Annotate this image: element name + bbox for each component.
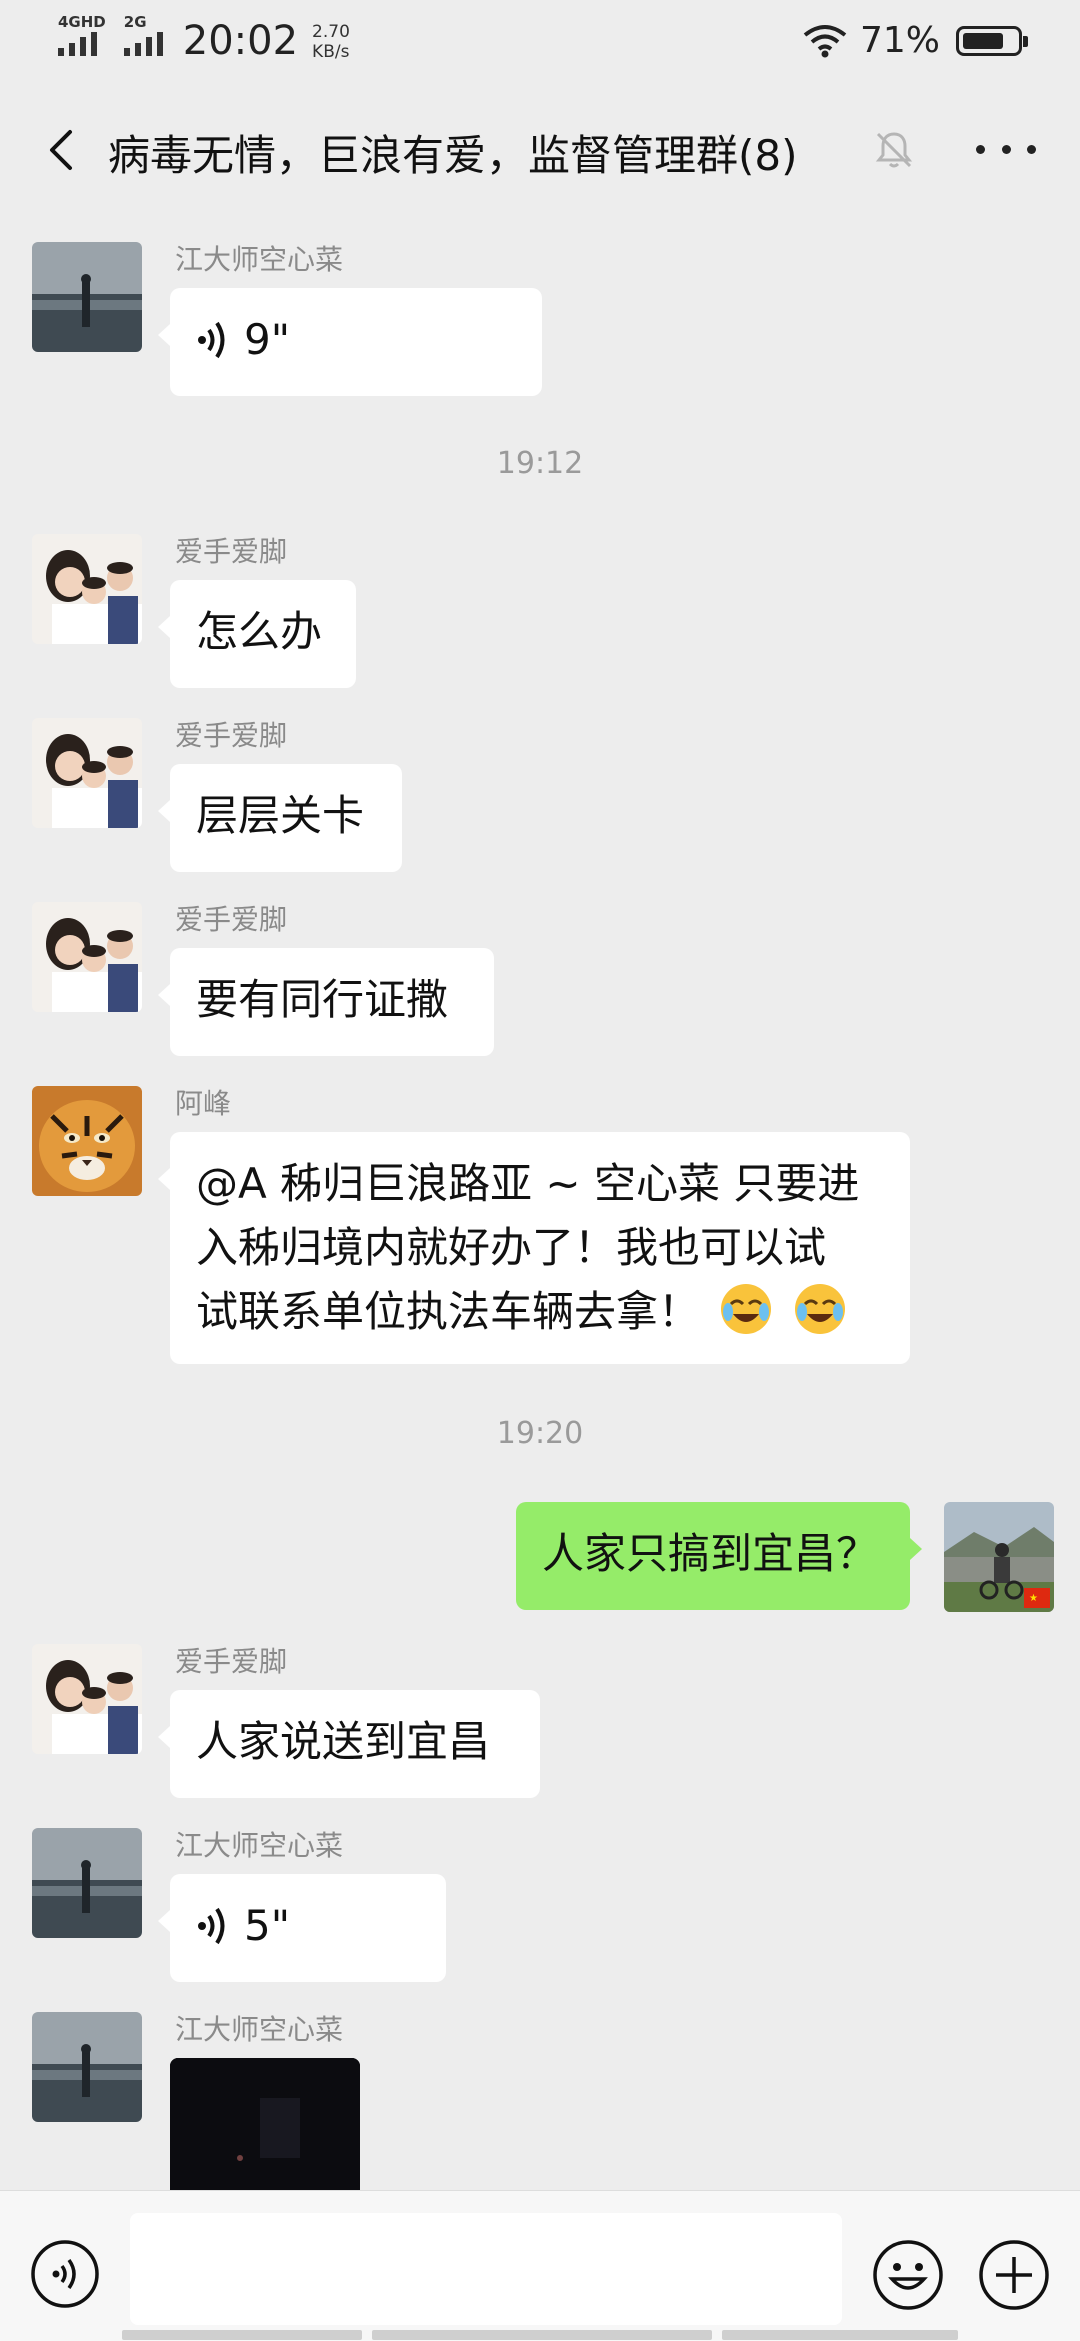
emoji-icon[interactable] xyxy=(872,2239,944,2311)
message-text: 人家只搞到宜昌？ xyxy=(542,1529,879,1578)
sender-name: 爱手爱脚 xyxy=(175,903,288,936)
voice-message-bubble[interactable]: 9" xyxy=(158,288,542,396)
message-text: 层层关卡 xyxy=(196,791,365,840)
message-text-line: 入秭归境内就好办了！我也可以试 xyxy=(196,1223,827,1272)
voice-message-bubble[interactable]: 5" xyxy=(158,1874,446,1982)
text-message-bubble[interactable]: @A 秭归巨浪路亚 ~ 空心菜 只要进 入秭归境内就好办了！我也可以试 试联系单… xyxy=(158,1132,910,1364)
voice-wave-icon xyxy=(198,1907,225,1945)
avatar[interactable] xyxy=(32,1828,142,1938)
message-text-line-wrap: 试联系单位执法车辆去拿！ xyxy=(196,1280,884,1344)
sender-name: 爱手爱脚 xyxy=(175,535,288,568)
message-item-self: 人家只搞到宜昌？ ★ xyxy=(0,1502,1080,1642)
speed-unit: KB/s xyxy=(312,42,350,62)
text-message-bubble[interactable]: 人家说送到宜昌 xyxy=(158,1690,540,1798)
message-text-line: 试联系单位执法车辆去拿！ xyxy=(196,1287,701,1336)
plus-icon[interactable] xyxy=(978,2239,1050,2311)
chat-title: 病毒无情，巨浪有爱，监督管理群(8) xyxy=(108,131,798,180)
avatar[interactable] xyxy=(32,718,142,828)
crying-laughing-emoji-icon xyxy=(721,1284,772,1334)
avatar[interactable] xyxy=(32,1086,142,1196)
signal-2g: 2G xyxy=(123,13,163,56)
message-text: 人家说送到宜昌 xyxy=(196,1717,491,1766)
back-arrow-icon[interactable] xyxy=(38,124,90,176)
message-list[interactable]: 江大师空心菜 9" 19:12 爱手爱脚 怎么办 爱手爱脚 层层关卡 爱手爱脚 … xyxy=(0,210,1080,2190)
nav-hint-bar xyxy=(122,2330,362,2340)
more-options-icon[interactable] xyxy=(976,134,1036,164)
sender-name: 阿峰 xyxy=(175,1087,232,1120)
timestamp: 19:12 xyxy=(496,446,584,481)
status-bar: 4GHD 2G 20:02 2.70 KB/s 71% xyxy=(0,0,1080,80)
voice-duration: 5" xyxy=(244,1901,291,1950)
crying-laughing-emoji-icon xyxy=(794,1284,845,1334)
avatar[interactable] xyxy=(32,1644,142,1754)
timestamp: 19:20 xyxy=(496,1416,584,1451)
message-input[interactable] xyxy=(130,2213,842,2325)
text-message-bubble[interactable]: 层层关卡 xyxy=(158,764,402,872)
sender-name: 爱手爱脚 xyxy=(175,719,288,752)
signal-bars-icon xyxy=(123,30,163,56)
message-text: 要有同行证撒 xyxy=(196,975,449,1024)
message-text-line: @A 秭归巨浪路亚 ~ 空心菜 只要进 xyxy=(196,1159,860,1208)
text-message-bubble[interactable]: 要有同行证撒 xyxy=(158,948,494,1056)
speed-value: 2.70 xyxy=(312,22,350,42)
voice-wave-icon xyxy=(198,321,225,359)
sender-name: 江大师空心菜 xyxy=(175,243,344,276)
message-item: 爱手爱脚 层层关卡 xyxy=(0,718,1080,878)
nav-hint-bar xyxy=(722,2330,958,2340)
text-message-bubble-self[interactable]: 人家只搞到宜昌？ xyxy=(516,1502,922,1610)
voice-duration: 9" xyxy=(244,315,291,364)
sender-name: 江大师空心菜 xyxy=(175,1829,344,1862)
sender-name: 爱手爱脚 xyxy=(175,1645,288,1678)
wifi-icon xyxy=(803,24,847,57)
message-item: 爱手爱脚 要有同行证撒 xyxy=(0,902,1080,1062)
voice-input-icon[interactable] xyxy=(30,2239,100,2309)
avatar[interactable] xyxy=(32,2012,142,2122)
message-item: 江大师空心菜 5" xyxy=(0,1828,1080,1988)
self-avatar[interactable]: ★ xyxy=(944,1502,1054,1612)
avatar[interactable] xyxy=(32,534,142,644)
svg-text:★: ★ xyxy=(1029,1593,1038,1604)
mute-bell-icon xyxy=(875,132,913,168)
network-label-secondary: 2G xyxy=(123,13,147,31)
signal-4g: 4GHD xyxy=(58,14,106,56)
text-message-bubble[interactable]: 怎么办 xyxy=(158,580,356,688)
signal-bars-icon xyxy=(58,30,106,56)
battery-percent: 71% xyxy=(859,20,940,61)
message-item: 江大师空心菜 9" xyxy=(0,242,1080,422)
chat-header: 病毒无情，巨浪有爱，监督管理群(8) xyxy=(0,100,1080,200)
message-item: 爱手爱脚 怎么办 xyxy=(0,534,1080,694)
message-item: 阿峰 @A 秭归巨浪路亚 ~ 空心菜 只要进 入秭归境内就好办了！我也可以试 试… xyxy=(0,1086,1080,1406)
avatar[interactable] xyxy=(32,902,142,1012)
message-text: 怎么办 xyxy=(196,607,323,656)
status-time: 20:02 xyxy=(182,18,299,64)
image-message[interactable] xyxy=(170,2058,360,2190)
avatar[interactable] xyxy=(32,242,142,352)
message-item: 爱手爱脚 人家说送到宜昌 xyxy=(0,1644,1080,1804)
sender-name: 江大师空心菜 xyxy=(175,2013,344,2046)
nav-hint-bar xyxy=(372,2330,712,2340)
network-label-primary: 4GHD xyxy=(58,13,106,31)
network-speed: 2.70 KB/s xyxy=(312,22,350,62)
battery-icon xyxy=(956,25,1028,56)
input-bar xyxy=(0,2190,1080,2341)
message-item: 江大师空心菜 xyxy=(0,2012,1080,2190)
